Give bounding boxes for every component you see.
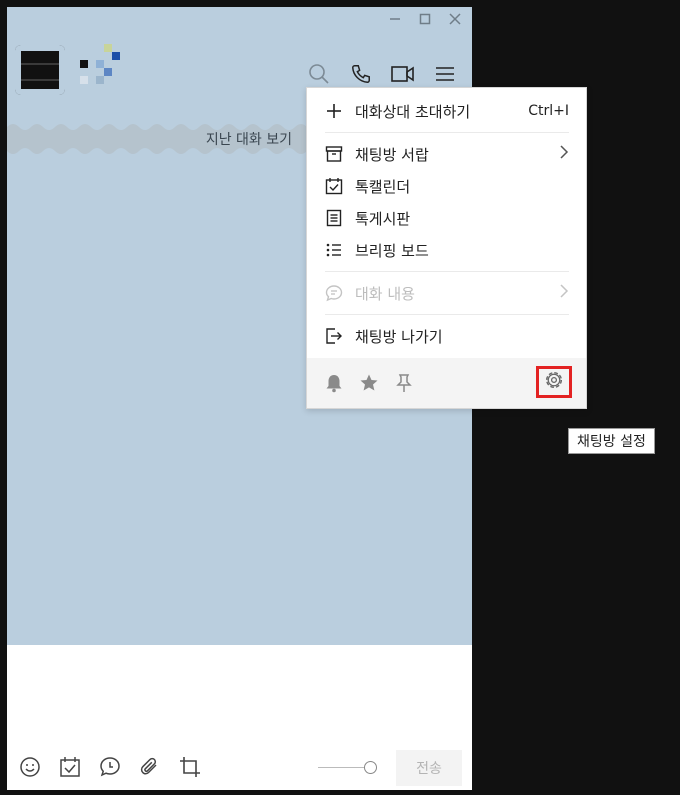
menu-footer [307, 358, 586, 408]
chat-bubble-icon [325, 284, 343, 302]
calendar-check-icon[interactable] [57, 754, 83, 780]
board-icon [325, 209, 343, 227]
menu-item-label: 채팅방 서랍 [355, 145, 429, 164]
list-icon [325, 241, 343, 259]
menu-divider [325, 314, 569, 315]
menu-item-shortcut: Ctrl+I [528, 103, 569, 119]
composer-toolbar [17, 754, 203, 780]
exit-icon [325, 327, 343, 345]
chat-room-menu: 대화상대 초대하기 Ctrl+I 채팅방 서랍 톡캘린더 톡게시판 브리핑 보드 [306, 87, 587, 409]
chat-bubble-icon[interactable] [97, 754, 123, 780]
send-button[interactable]: 전송 [396, 750, 462, 786]
menu-item-label: 채팅방 나가기 [355, 327, 443, 346]
menu-item-content[interactable]: 대화 내용 [325, 278, 569, 308]
menu-item-label: 톡게시판 [355, 209, 411, 228]
emoji-icon[interactable] [17, 754, 43, 780]
menu-icon[interactable] [432, 61, 458, 87]
slider-knob[interactable] [364, 761, 377, 774]
menu-item-calendar[interactable]: 톡캘린더 [325, 171, 569, 201]
video-icon[interactable] [390, 61, 416, 87]
menu-item-label: 대화 내용 [355, 284, 415, 303]
window-controls [384, 9, 466, 29]
chevron-right-icon [559, 145, 569, 163]
menu-divider [325, 271, 569, 272]
emoticon-size-slider[interactable] [318, 767, 370, 768]
search-icon[interactable] [306, 61, 332, 87]
menu-item-briefing[interactable]: 브리핑 보드 [325, 235, 569, 265]
phone-icon[interactable] [348, 61, 374, 87]
close-icon[interactable] [444, 9, 466, 29]
star-icon[interactable] [358, 372, 380, 394]
menu-item-invite[interactable]: 대화상대 초대하기 Ctrl+I [325, 96, 569, 126]
settings-tooltip: 채팅방 설정 [568, 428, 655, 454]
avatar-image [21, 51, 59, 89]
settings-button[interactable] [536, 366, 572, 398]
minimize-icon[interactable] [384, 9, 406, 29]
header-toolbar [306, 61, 458, 87]
menu-item-board[interactable]: 톡게시판 [325, 203, 569, 233]
maximize-icon[interactable] [414, 9, 436, 29]
pin-icon[interactable] [393, 372, 415, 394]
menu-item-drawer[interactable]: 채팅방 서랍 [325, 139, 569, 169]
avatar[interactable] [15, 45, 65, 95]
crop-icon[interactable] [177, 754, 203, 780]
bell-icon[interactable] [323, 372, 345, 394]
attach-icon[interactable] [137, 754, 163, 780]
plus-icon [325, 102, 343, 120]
chevron-right-icon [559, 284, 569, 302]
gear-icon [543, 369, 565, 395]
menu-item-label: 톡캘린더 [355, 177, 411, 196]
calendar-check-icon [325, 177, 343, 195]
menu-divider [325, 132, 569, 133]
drawer-icon [325, 145, 343, 163]
menu-item-label: 대화상대 초대하기 [355, 102, 471, 121]
past-messages-label[interactable]: 지난 대화 보기 [206, 129, 292, 149]
menu-item-label: 브리핑 보드 [355, 241, 429, 260]
menu-item-leave[interactable]: 채팅방 나가기 [325, 321, 569, 351]
